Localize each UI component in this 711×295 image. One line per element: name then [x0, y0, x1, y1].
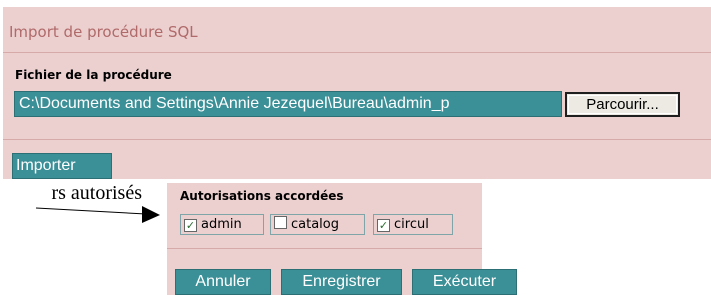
execute-button[interactable]: Exécuter	[412, 269, 517, 295]
checkbox-admin[interactable]: ✓ admin	[180, 214, 264, 235]
save-button[interactable]: Enregistrer	[281, 269, 402, 295]
checkbox-catalog[interactable]: catalog	[270, 214, 365, 235]
checkbox-checked-icon[interactable]: ✓	[184, 219, 197, 232]
checkbox-unchecked-icon[interactable]	[274, 216, 287, 229]
checkbox-checked-icon[interactable]: ✓	[377, 219, 390, 232]
authorizations-label: Autorisations accordées	[180, 189, 344, 203]
checkbox-label: admin	[201, 217, 242, 232]
checkbox-label: catalog	[291, 217, 339, 232]
checkbox-circul[interactable]: ✓ circul	[373, 214, 453, 235]
divider	[167, 248, 482, 249]
cancel-button[interactable]: Annuler	[175, 269, 271, 295]
checkbox-label: circul	[394, 217, 429, 232]
